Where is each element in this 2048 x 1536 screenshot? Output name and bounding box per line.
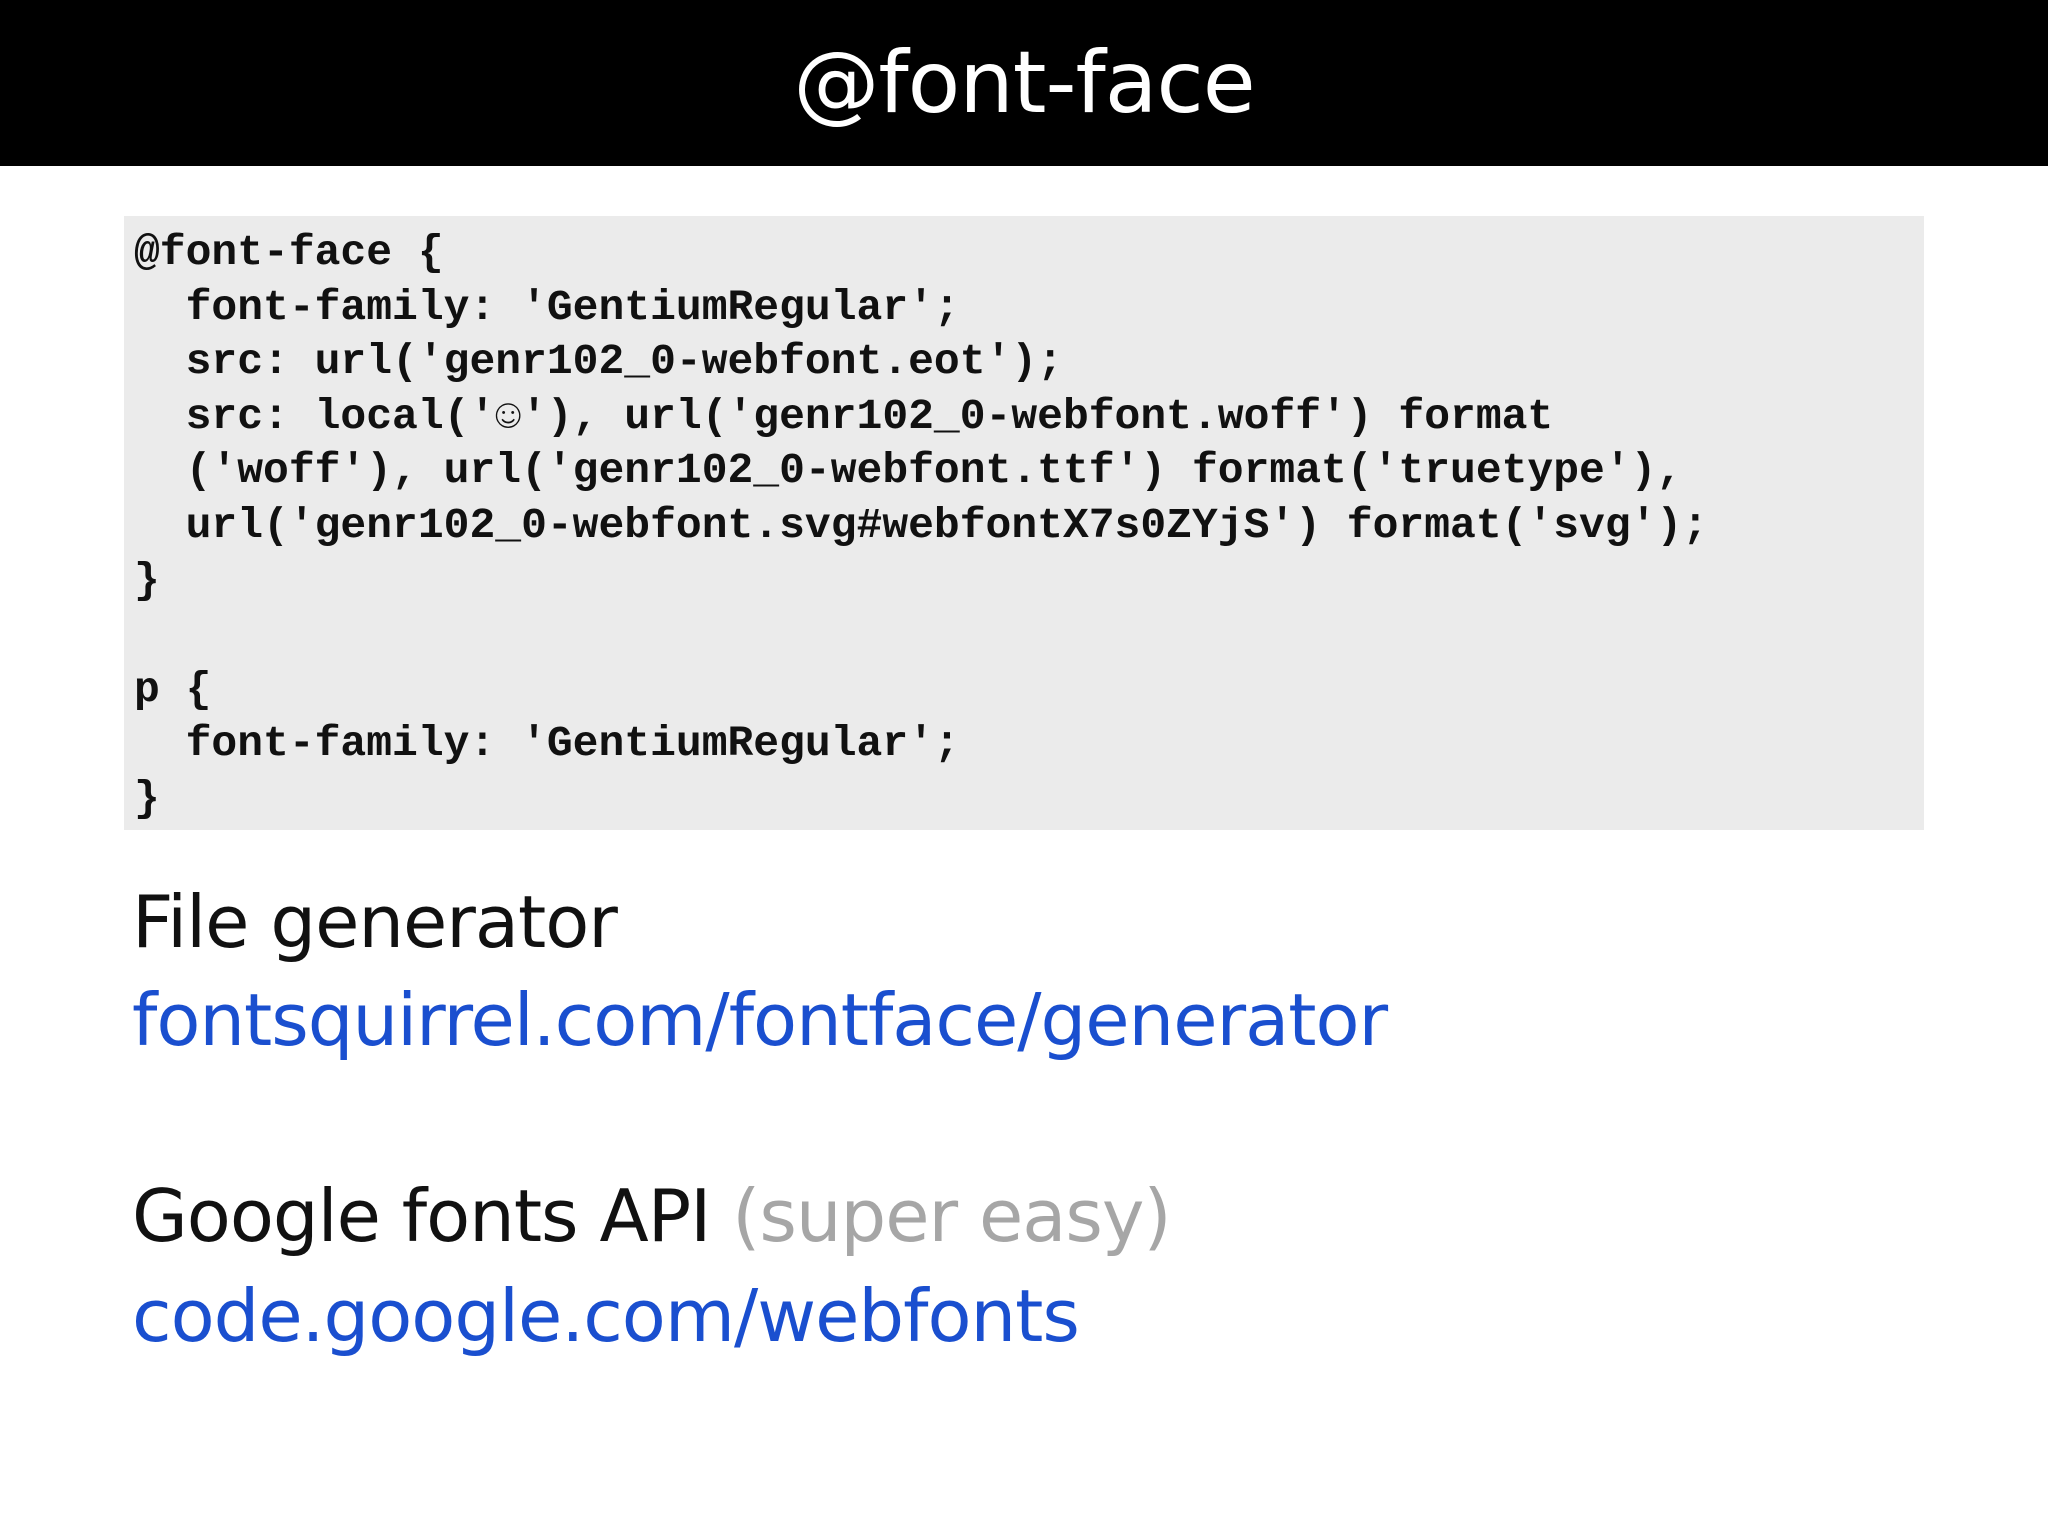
google-webfonts-link[interactable]: code.google.com/webfonts [132, 1274, 1080, 1358]
code-block: @font-face { font-family: 'GentiumRegula… [124, 216, 1924, 830]
super-easy-aside: (super easy) [732, 1174, 1171, 1258]
code-text: @font-face { font-family: 'GentiumRegula… [134, 226, 1708, 827]
code-line: } [134, 773, 160, 823]
code-line: p { [134, 664, 212, 714]
code-line: } [134, 555, 160, 605]
google-fonts-heading: Google fonts API (super easy) [132, 1174, 1172, 1258]
code-line: font-family: 'GentiumRegular'; [134, 282, 960, 332]
code-line: url('genr102_0-webfont.svg#webfontX7s0ZY… [134, 500, 1709, 550]
code-line: src: local('☺'), url('genr102_0-webfont.… [134, 391, 1554, 441]
slide: @font-face @font-face { font-family: 'Ge… [0, 0, 2048, 1536]
code-line: @font-face { [134, 228, 444, 277]
slide-title: @font-face [793, 33, 1255, 133]
code-line: font-family: 'GentiumRegular'; [134, 719, 960, 769]
fontsquirrel-link[interactable]: fontsquirrel.com/fontface/generator [132, 978, 1388, 1062]
code-line: ('woff'), url('genr102_0-webfont.ttf') f… [134, 446, 1683, 496]
file-generator-heading: File generator [132, 880, 618, 964]
google-fonts-heading-text: Google fonts API [132, 1174, 711, 1258]
code-line: src: url('genr102_0-webfont.eot'); [134, 337, 1063, 387]
